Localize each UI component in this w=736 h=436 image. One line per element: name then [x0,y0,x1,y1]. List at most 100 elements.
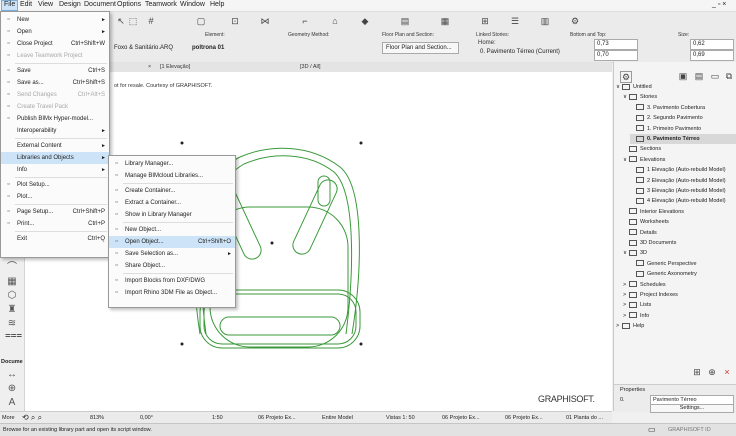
file-menu-plot-setup[interactable]: ▫ Plot Setup... [1,179,109,191]
nav-item-help[interactable]: > Help [616,321,644,331]
layout-book-icon[interactable]: ▭ [710,71,720,81]
railing-tool-icon[interactable]: ⩶ [5,330,22,342]
menu-edit[interactable]: Edit [20,1,32,8]
file-menu-page-setup[interactable]: ▫ Page Setup... Ctrl+Shift+P [1,206,109,218]
file-menu-interoperability[interactable]: Interoperability ► [1,125,109,137]
lib-menu-manage-bimcloud-libraries[interactable]: ▫ Manage BIMcloud Libraries... [109,170,235,182]
project-map-icon[interactable]: ▣ [678,71,688,81]
nav-item-lists[interactable]: > Lists [623,300,651,310]
home-story[interactable]: 0. Pavimento Térreo (Current) [478,48,564,57]
lib-menu-new-object[interactable]: ▫ New Object... [109,224,235,236]
nav-item-interior-elevations[interactable]: Interior Elevations [623,207,684,217]
nav-item-elevations[interactable]: ∨ Elevations [623,155,665,165]
roof-tool-icon[interactable]: ⌒ [5,262,19,274]
nav-item-project-indexes[interactable]: > Project Indexes [623,290,678,300]
top-offset-input[interactable]: 0,70 [594,50,638,61]
render-icon[interactable]: ◆ [360,16,370,26]
file-menu-exit[interactable]: Exit Ctrl+Q [1,233,109,245]
new-view-icon[interactable]: ⊞ [692,367,702,377]
lib-menu-import-rhino-3dm-file-as-object[interactable]: ▫ Import Rhino 3DM File as Object... [109,287,235,299]
publisher-icon[interactable]: ⧉ [724,71,734,81]
menu-view[interactable]: View [38,1,53,8]
nav-item-3d[interactable]: ∨ 3D [623,248,647,258]
window-controls[interactable]: _ ▫ × [712,1,726,8]
size-a-input[interactable]: 0,62 [690,39,734,50]
file-menu-external-content[interactable]: External Content ► [1,140,109,152]
nav-item-stories[interactable]: ∨ Stories [623,92,657,102]
nav-item-1-eleva-o-auto-rebuild-model[interactable]: 1 Elevação (Auto-rebuild Model) [630,165,726,175]
lib-menu-extract-a-container[interactable]: ▫ Extract a Container... [109,197,235,209]
view-map-icon[interactable]: ▤ [694,71,704,81]
clone-view-icon[interactable]: ⊕ [707,367,717,377]
nav-item-schedules[interactable]: > Schedules [623,280,666,290]
table-icon[interactable]: ▦ [440,16,450,26]
menu-file[interactable]: File [1,0,19,11]
nav-item-4-eleva-o-auto-rebuild-model[interactable]: 4 Elevação (Auto-rebuild Model) [630,196,726,206]
file-menu-open[interactable]: ▫ Open ► [1,26,109,38]
size-b-input[interactable]: 0,69 [690,50,734,61]
stair-tool-icon[interactable]: ≋ [5,318,19,330]
level-tool-icon[interactable]: ⊕ [5,383,19,395]
nav-item-0-pavimento-t-rreo[interactable]: 0. Pavimento Térreo [630,134,736,144]
nav-item-generic-perspective[interactable]: Generic Perspective [630,259,697,269]
nav-item-generic-axonometry[interactable]: Generic Axonometry [630,269,697,279]
file-menu-save[interactable]: ▫ Save Ctrl+S [1,65,109,77]
lib-menu-show-in-library-manager[interactable]: ▫ Show in Library Manager [109,209,235,221]
menu-help[interactable]: Help [210,1,224,8]
shell-tool-icon[interactable]: ▦ [5,276,19,288]
chart-icon[interactable]: ▥ [540,16,550,26]
morph-tool-icon[interactable]: ⬡ [5,290,19,302]
lib-menu-open-object[interactable]: ▫ Open Object... Ctrl+Shift+O [109,236,235,248]
nav-item-1-primeiro-pavimento[interactable]: 1. Primeiro Pavimento [630,124,701,134]
tab-close-icon[interactable]: × [148,62,151,72]
lib-menu-import-blocks-from-dxf-dwg[interactable]: ▫ Import Blocks from DXF/DWG [109,275,235,287]
nav-item-2-eleva-o-auto-rebuild-model[interactable]: 2 Elevação (Auto-rebuild Model) [630,176,726,186]
nav-item-sections[interactable]: Sections [623,144,661,154]
file-menu-print[interactable]: ▫ Print... Ctrl+P [1,218,109,230]
text-tool-icon[interactable]: A [5,397,19,409]
file-menu-close-project[interactable]: ▫ Close Project Ctrl+Shift+W [1,38,109,50]
wall-icon[interactable]: ☰ [510,16,520,26]
graphisoft-id-label[interactable]: GRAPHISOFT ID [668,424,711,436]
grid-icon[interactable]: # [146,16,156,26]
file-menu-info[interactable]: Info ► [1,164,109,176]
menu-window[interactable]: Window [180,1,205,8]
lib-menu-library-manager[interactable]: ▫ Library Manager... [109,158,235,170]
object-tool-icon[interactable]: ♜ [5,304,19,316]
nav-item-2-segundo-pavimento[interactable]: 2. Segundo Pavimento [630,113,703,123]
doc-icon[interactable]: ⊞ [480,16,490,26]
marquee-icon[interactable]: ⬚ [128,16,138,26]
snap-icon[interactable]: ⋈ [260,16,270,26]
guide-icon[interactable]: ⌐ [300,16,310,26]
nav-item-3-eleva-o-auto-rebuild-model[interactable]: 3 Elevação (Auto-rebuild Model) [630,186,726,196]
menu-document[interactable]: Document [84,1,116,8]
graphisoft-id-icon[interactable]: ▭ [648,424,656,436]
delete-view-icon[interactable]: × [722,367,732,377]
view-icon[interactable]: ⊡ [230,16,240,26]
file-menu-new[interactable]: ▫ New ► [1,14,109,26]
file-menu-plot[interactable]: ▫ Plot... [1,191,109,203]
lib-menu-save-selection-as[interactable]: ▫ Save Selection as... ► [109,248,235,260]
trace-icon[interactable]: ⌂ [330,16,340,26]
file-menu-libraries-and-objects[interactable]: Libraries and Objects ► [1,152,109,164]
dimension-tool-icon[interactable]: ↔ [5,369,19,381]
tab-elevation[interactable]: [1 Elevação] [160,62,190,72]
tab-3d[interactable]: [3D / All] [300,62,320,72]
menu-design[interactable]: Design [59,1,81,8]
bottom-offset-input[interactable]: 0,73 [594,39,638,50]
settings-button[interactable]: Settings... [650,404,734,413]
mesh-icon[interactable]: ▤ [400,16,410,26]
arrow-tool-icon[interactable]: ↖ [116,16,126,26]
floorplan-select[interactable]: Floor Plan and Section... [382,42,459,54]
lib-menu-create-container[interactable]: ▫ Create Container... [109,185,235,197]
lib-menu-share-object[interactable]: ▫ Share Object... [109,260,235,272]
nav-item-worksheets[interactable]: Worksheets [623,217,669,227]
menu-teamwork[interactable]: Teamwork [145,1,177,8]
file-menu-save-as[interactable]: ▫ Save as... Ctrl+Shift+S [1,77,109,89]
menu-options[interactable]: Options [117,1,141,8]
element-name[interactable]: poltrona 01 [190,44,272,53]
settings-icon[interactable]: ⚙ [570,16,580,26]
nav-item-untitled[interactable]: ∨ Untitled [616,82,652,92]
nav-item-info[interactable]: > Info [623,311,649,321]
nav-item-details[interactable]: Details [623,228,657,238]
